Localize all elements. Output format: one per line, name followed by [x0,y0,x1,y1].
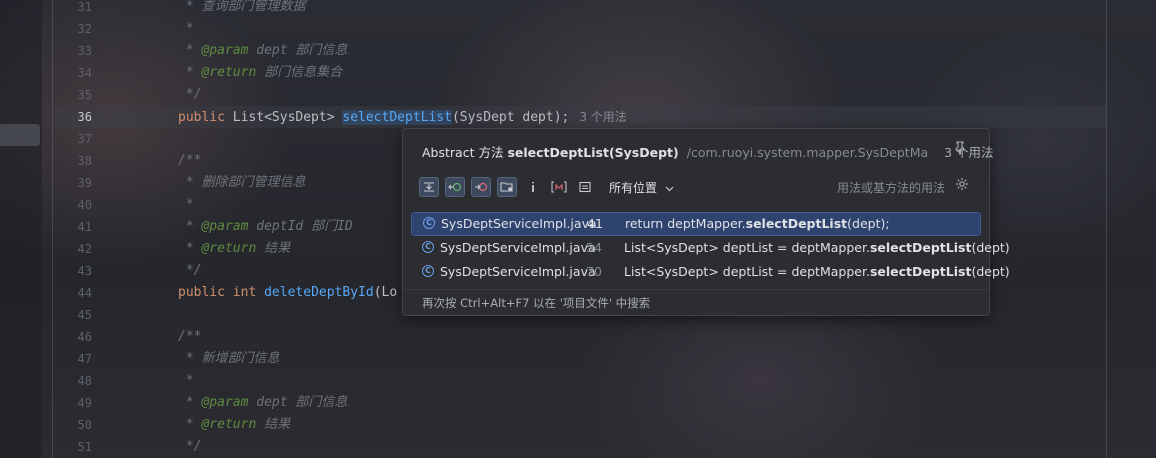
code-line[interactable]: 48 * [0,370,1100,392]
line-number: 45 [77,308,92,322]
usage-source-snippet: List<SysDept> deptList = deptMapper.sele… [624,264,1010,279]
code-text: */ [178,439,202,454]
merge-usages-icon[interactable] [419,177,439,197]
code-line[interactable]: 32 * [0,18,1100,40]
usage-result-row[interactable]: C SysDeptServiceImpl.java 41 return deptMap… [411,212,981,236]
line-number: 44 [77,286,92,300]
line-number: 37 [77,132,92,146]
code-text: public int deleteDeptById(Lo [178,285,398,300]
code-line[interactable]: 35 */ [0,84,1100,106]
code-text: public List<SysDept> selectDeptList(SysD… [178,110,627,125]
line-number: 42 [77,242,92,256]
popup-title: Abstract 方法 selectDeptList(SysDept) /com… [422,142,994,161]
filter-folder-icon[interactable] [497,177,517,197]
usage-result-row[interactable]: C SysDeptServiceImpl.java 54 List<SysDept> … [411,236,1010,260]
line-number: 35 [77,88,92,102]
code-text: * 删除部门管理信息 [178,175,306,190]
gear-icon[interactable] [955,177,969,195]
line-number: 40 [77,198,92,212]
code-text: * 新增部门信息 [178,351,280,366]
chevron-down-icon [665,181,674,195]
usage-source-snippet: List<SysDept> deptList = deptMapper.sele… [624,240,1010,255]
code-text: /** [178,153,202,168]
class-icon: C [422,265,434,277]
code-text: /** [178,329,202,344]
show-write-access-icon[interactable] [471,177,491,197]
code-text: * @param deptId 部门ID [178,219,353,234]
line-number: 51 [77,440,92,454]
usages-toolbar: 所有位置 用法或基方法的用法 [419,177,975,199]
usage-file-name: SysDeptServiceImpl.java [440,240,596,255]
code-text: * [178,197,194,212]
method-filter-icon[interactable] [549,177,569,197]
code-line[interactable]: 46 /** [0,326,1100,348]
line-number: 48 [77,374,92,388]
info-icon[interactable] [523,177,543,197]
scope-dropdown[interactable]: 所有位置 [609,179,674,196]
line-number: 33 [77,44,92,58]
footer-hint: 再次按 Ctrl+Alt+F7 以在 '项目文件' 中搜索 [422,296,651,310]
line-number: 39 [77,176,92,190]
code-text: * @return 结果 [178,241,291,256]
code-line[interactable]: 50 * @return 结果 [0,414,1100,436]
line-number: 49 [77,396,92,410]
code-line[interactable]: 36 public List<SysDept> selectDeptList(Sy… [0,106,1100,128]
usage-file-name: SysDeptServiceImpl.java [441,216,597,231]
usages-list: C SysDeptServiceImpl.java 41 return deptMap… [411,212,1010,284]
show-usages-popup: Abstract 方法 selectDeptList(SysDept) /com… [402,128,1010,316]
code-line[interactable]: 34 * @return 部门信息集合 [0,62,1100,84]
usage-line-number: 54 [586,240,602,255]
popup-title-prefix: Abstract 方法 [422,145,504,160]
code-text: * [178,21,194,36]
code-text: * @param dept 部门信息 [178,395,348,410]
right-margin-guide [1106,0,1107,458]
line-number: 31 [77,0,92,14]
usage-line-number: 41 [587,216,603,231]
line-number: 43 [77,264,92,278]
line-number: 50 [77,418,92,432]
line-number: 47 [77,352,92,366]
usage-source-snippet: return deptMapper.selectDeptList(dept); [625,216,890,231]
line-number: 46 [77,330,92,344]
line-number: 41 [77,220,92,234]
code-text: * [178,373,194,388]
class-icon: C [423,217,435,229]
code-text: * @return 结果 [178,417,291,432]
usage-line-number: 70 [586,264,602,279]
code-text: */ [178,87,202,102]
class-icon: C [422,241,434,253]
scope-note: 用法或基方法的用法 [836,181,945,195]
code-text: * @return 部门信息集合 [178,65,343,80]
code-line[interactable]: 49 * @param dept 部门信息 [0,392,1100,414]
code-line[interactable]: 31 * 查询部门管理数据 [0,0,1100,18]
line-number: 36 [77,110,92,124]
popup-footer: 再次按 Ctrl+Alt+F7 以在 '项目文件' 中搜索 [403,289,989,315]
usage-file-name: SysDeptServiceImpl.java [440,264,596,279]
code-text: * 查询部门管理数据 [178,0,306,14]
line-number: 32 [77,22,92,36]
line-number: 34 [77,66,92,80]
show-read-access-icon[interactable] [445,177,465,197]
code-line[interactable]: 51 */ [0,436,1100,458]
popup-title-method: selectDeptList(SysDept) [507,145,679,160]
usage-result-row[interactable]: C SysDeptServiceImpl.java 70 List<SysDept> … [411,260,1010,284]
preview-icon[interactable] [575,177,595,197]
line-number: 38 [77,154,92,168]
code-text: */ [178,263,202,278]
code-text: * @param dept 部门信息 [178,43,348,58]
popup-title-path: /com.ruoyi.system.mapper.SysDeptMa [686,145,929,160]
code-line[interactable]: 47 * 新增部门信息 [0,348,1100,370]
code-line[interactable]: 33 * @param dept 部门信息 [0,40,1100,62]
pin-icon[interactable] [953,141,969,157]
scope-label: 所有位置 [609,181,658,195]
